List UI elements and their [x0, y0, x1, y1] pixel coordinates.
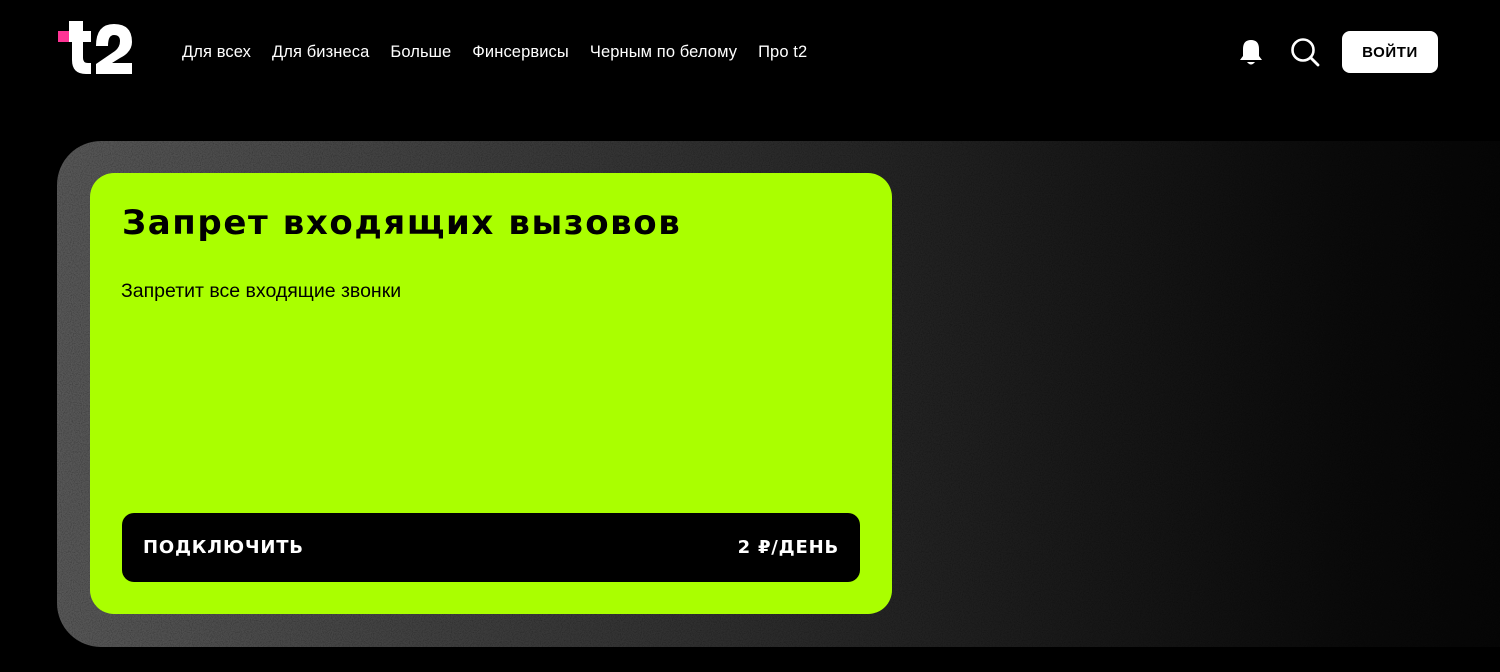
bell-icon[interactable]	[1237, 37, 1265, 67]
nav-item-finservices[interactable]: Финсервисы	[472, 43, 569, 62]
service-title: Запрет входящих вызовов	[122, 203, 682, 243]
search-icon[interactable]	[1289, 36, 1321, 68]
site-header: Для всех Для бизнеса Больше Финсервисы Ч…	[0, 0, 1500, 104]
nav-item-more[interactable]: Больше	[390, 43, 451, 62]
nav-item-black-on-white[interactable]: Черным по белому	[590, 43, 737, 62]
service-price: 2 ₽/ДЕНЬ	[737, 537, 839, 558]
nav-item-for-everyone[interactable]: Для всех	[182, 43, 251, 62]
service-description: Запретит все входящие звонки	[121, 280, 402, 302]
t2-logo[interactable]	[56, 18, 136, 78]
connect-button[interactable]: ПОДКЛЮЧИТЬ 2 ₽/ДЕНЬ	[122, 513, 860, 582]
login-button[interactable]: ВОЙТИ	[1342, 31, 1438, 73]
main-nav: Для всех Для бизнеса Больше Финсервисы Ч…	[182, 40, 807, 64]
connect-label: ПОДКЛЮЧИТЬ	[143, 537, 304, 558]
nav-item-for-business[interactable]: Для бизнеса	[272, 43, 369, 62]
service-card: Запрет входящих вызовов Запретит все вхо…	[90, 173, 892, 614]
nav-item-about-t2[interactable]: Про t2	[758, 43, 807, 62]
